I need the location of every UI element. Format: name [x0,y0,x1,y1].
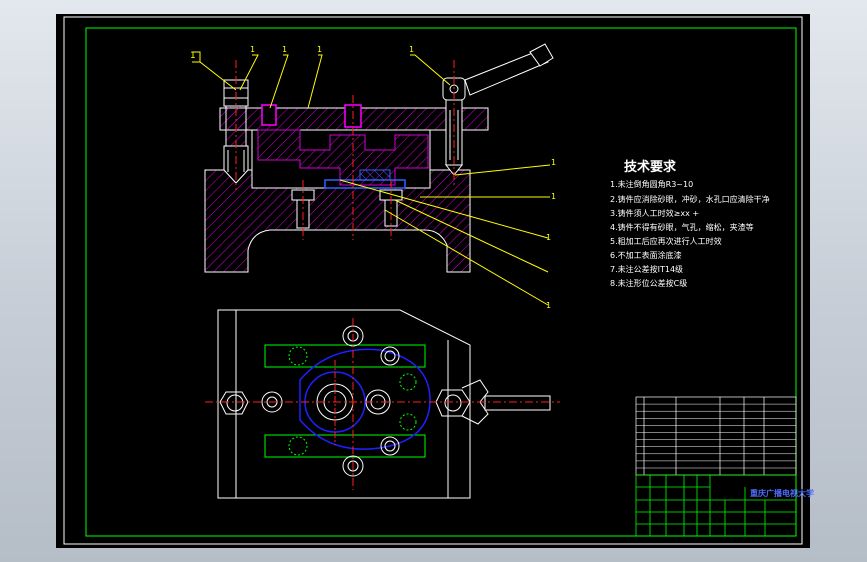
tech-item-2: 2.铸件应消除砂眼，冲砂，水孔口应清除干净 [610,194,770,204]
cad-viewport: 1 1 1 1 1 1 1 1 1 技术要求 1.未注倒角圆角R3~10 2.铸… [0,0,867,562]
drawing-canvas[interactable]: 1 1 1 1 1 1 1 1 1 技术要求 1.未注倒角圆角R3~10 2.铸… [0,0,867,562]
balloon-9: 1 [546,301,551,310]
tech-item-1: 1.未注倒角圆角R3~10 [610,179,693,189]
balloon-7: 1 [551,192,556,201]
balloon-4: 1 [317,45,322,54]
tech-item-6: 6.不加工表面涂底漆 [610,250,682,260]
balloon-5: 1 [409,45,414,54]
tech-item-4: 4.铸件不得有砂眼，气孔，缩松，夹渣等 [610,222,754,232]
balloon-1: 1 [190,51,196,61]
balloon-6: 1 [551,158,556,167]
school-name: 重庆广播电视大学 [750,488,814,498]
tech-item-8: 8.未注形位公差按C级 [610,278,687,288]
tech-item-3: 3.铸件须人工时效≥xx + [610,208,699,218]
tech-title: 技术要求 [624,159,677,175]
tech-item-7: 7.未注公差按IT14级 [610,264,683,274]
balloon-2: 1 [250,45,255,54]
balloon-3: 1 [282,45,287,54]
tech-item-5: 5.粗加工后应再次进行人工时效 [610,236,722,246]
balloon-8: 1 [546,233,551,242]
